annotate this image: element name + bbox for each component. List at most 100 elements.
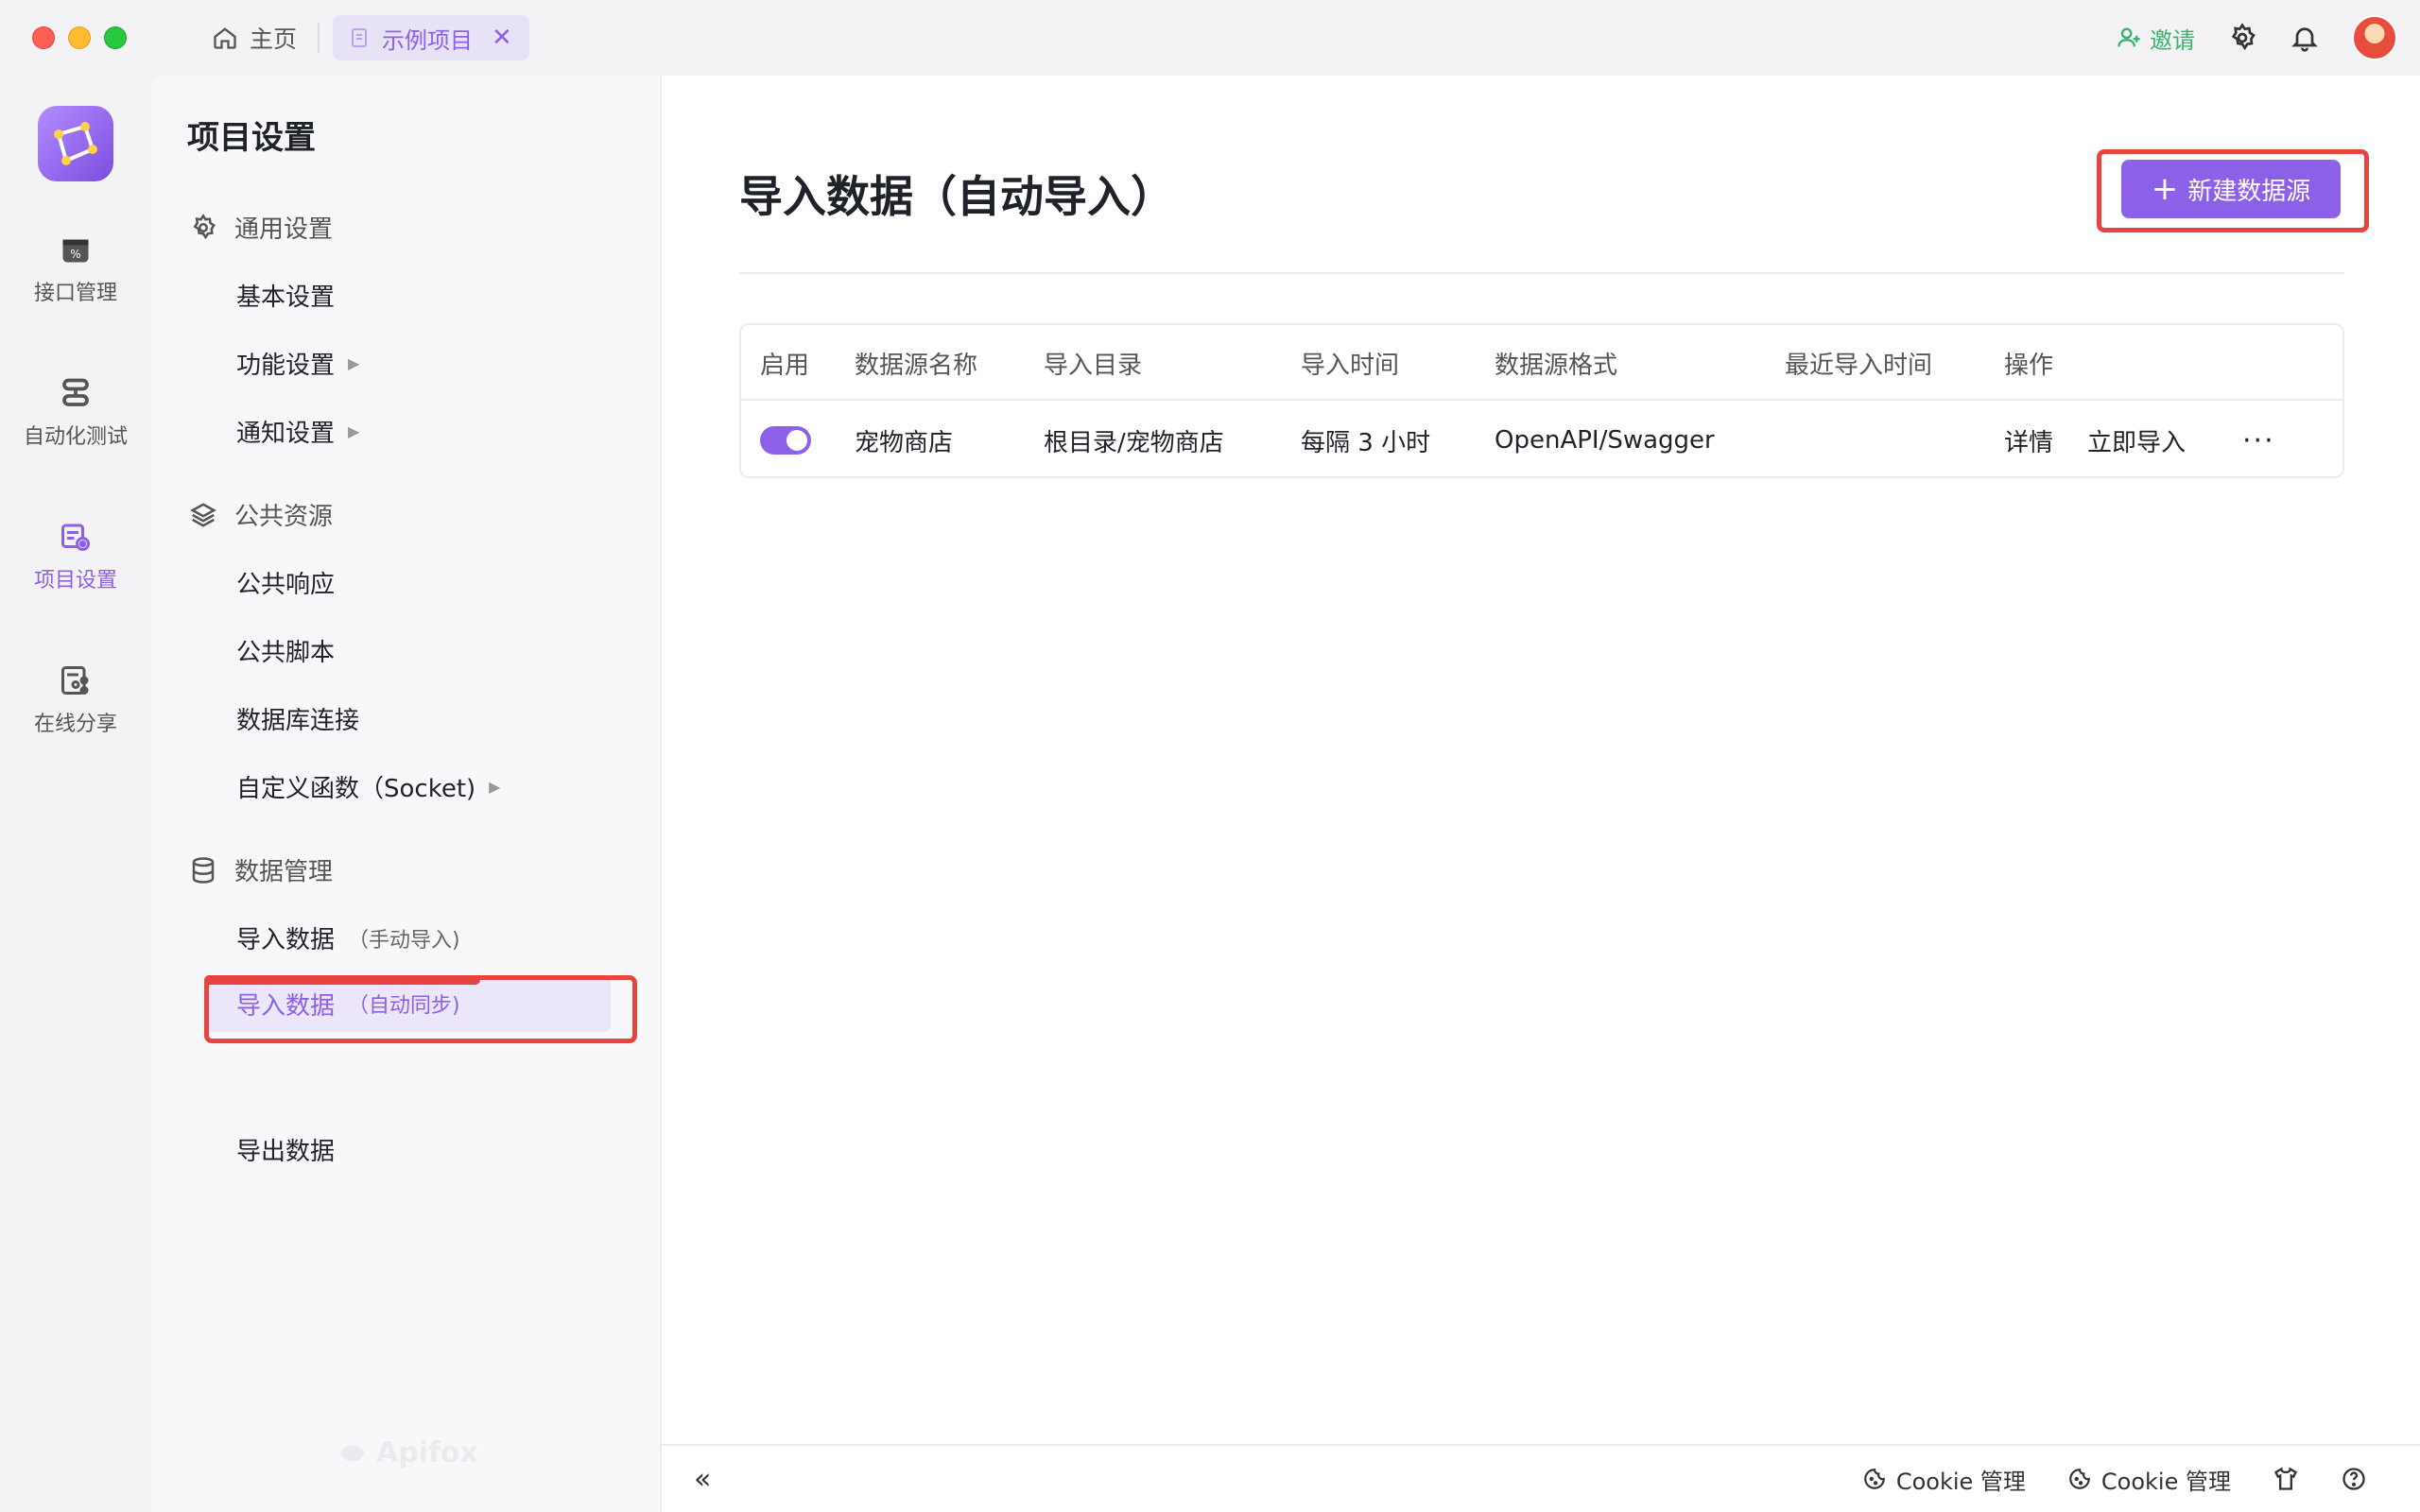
footer-bar: « Cookie 管理 Cookie 管理 <box>662 1444 2420 1512</box>
enabled-toggle-cell <box>760 403 811 478</box>
sidebar-item-import-manual[interactable]: 导入数据 （手动导入) <box>236 920 460 955</box>
sidebar-item-db-connection[interactable]: 数据库连接 <box>236 701 359 736</box>
column-header-time: 导入时间 <box>1301 351 1400 380</box>
more-options-icon[interactable]: ··· <box>2242 403 2275 478</box>
rail-item-project-settings[interactable]: 项目设置 <box>0 520 151 593</box>
sidebar-group-label: 公共资源 <box>234 503 334 531</box>
window-maximize-button[interactable] <box>104 26 127 49</box>
help-icon[interactable] <box>2341 1466 2367 1492</box>
window-minimize-button[interactable] <box>68 26 91 49</box>
sidebar-item-label: 数据库连接 <box>236 707 360 735</box>
cell-directory: 根目录/宠物商店 <box>1044 428 1224 457</box>
sidebar-item-custom-function[interactable]: 自定义函数（Socket) ▶ <box>236 769 500 804</box>
user-avatar[interactable] <box>2352 15 2397 60</box>
cookie-icon <box>2067 1467 2092 1491</box>
sidebar-group-label: 通用设置 <box>234 215 334 244</box>
annotation-highlight-new-button <box>2097 149 2369 232</box>
data-source-table: 启用 数据源名称 导入目录 导入时间 数据源格式 最近导入时间 操作 宠物商店 … <box>739 323 2344 478</box>
database-icon <box>189 856 217 885</box>
rail-item-api-management[interactable]: % 接口管理 <box>0 232 151 306</box>
sidebar-item-label: 公共脚本 <box>236 639 336 667</box>
sidebar-group-data-management[interactable]: 数据管理 <box>189 852 333 887</box>
sidebar-item-basic[interactable]: 基本设置 <box>236 278 335 313</box>
sidebar-item-export[interactable]: 导出数据 <box>236 1132 335 1167</box>
sidebar-item-label: 功能设置 <box>236 352 336 380</box>
cookie-management-label: Cookie 管理 <box>2100 1468 2231 1495</box>
table-header: 启用 数据源名称 导入目录 导入时间 数据源格式 最近导入时间 操作 <box>741 325 2342 401</box>
sidebar-item-notify[interactable]: 通知设置 ▶ <box>236 414 359 449</box>
title-bar: 主页 示例项目 ✕ 邀请 <box>0 0 2420 76</box>
window-close-button[interactable] <box>32 26 55 49</box>
tab-close-icon[interactable]: ✕ <box>492 24 512 52</box>
app-logo <box>38 106 113 181</box>
column-header-actions: 操作 <box>2004 351 2054 380</box>
cell-name: 宠物商店 <box>855 428 954 457</box>
api-management-icon: % <box>59 232 93 266</box>
caret-right-icon: ▶ <box>348 422 360 440</box>
rail-item-automation-test[interactable]: 自动化测试 <box>0 376 151 450</box>
add-user-icon <box>2116 25 2142 51</box>
sidebar-item-label: 基本设置 <box>236 284 336 312</box>
theme-shirt-icon[interactable] <box>2273 1466 2299 1492</box>
page-title: 导入数据（自动导入） <box>739 171 1174 222</box>
tab-project-label: 示例项目 <box>382 26 473 54</box>
annotation-highlight-import-auto <box>204 975 637 1043</box>
column-header-name: 数据源名称 <box>855 351 978 380</box>
cookie-icon <box>1862 1467 1887 1491</box>
online-share-icon <box>59 663 93 697</box>
main-content: 导入数据（自动导入） + 新建数据源 启用 数据源名称 导入目录 导入时间 数据… <box>662 76 2420 1512</box>
watermark-text: Apifox <box>376 1436 478 1469</box>
tab-project[interactable]: 示例项目 ✕ <box>333 15 529 60</box>
column-header-format: 数据源格式 <box>1495 351 1618 380</box>
svg-text:%: % <box>70 248 80 261</box>
collapse-sidebar-icon[interactable]: « <box>694 1463 711 1496</box>
sidebar-title: 项目设置 <box>187 119 316 157</box>
import-now-link[interactable]: 立即导入 <box>2087 403 2186 478</box>
column-header-directory: 导入目录 <box>1044 351 1143 380</box>
sidebar-item-feature[interactable]: 功能设置 ▶ <box>236 346 359 381</box>
cell-time: 每隔 3 小时 <box>1301 428 1431 457</box>
sidebar-group-label: 数据管理 <box>234 858 334 886</box>
column-header-last-import: 最近导入时间 <box>1785 351 1933 380</box>
detail-link[interactable]: 详情 <box>2004 403 2053 478</box>
tab-home[interactable]: 主页 <box>200 17 308 59</box>
caret-right-icon: ▶ <box>489 778 501 796</box>
column-header-enabled: 启用 <box>760 351 810 380</box>
sidebar-item-label: 导入数据 <box>236 926 336 954</box>
cookie-management-button[interactable]: Cookie 管理 <box>1862 1463 2026 1496</box>
table-row: 宠物商店 根目录/宠物商店 每隔 3 小时 OpenAPI/Swagger 详情… <box>741 403 2342 478</box>
cookie-management-button-2[interactable]: Cookie 管理 <box>2067 1463 2231 1496</box>
gear-icon <box>189 213 217 242</box>
document-icon <box>348 26 371 49</box>
caret-right-icon: ▶ <box>348 354 360 372</box>
sidebar-item-label: 通知设置 <box>236 420 336 448</box>
invite-label: 邀请 <box>2150 26 2195 54</box>
tab-divider <box>318 23 320 53</box>
sidebar-group-common-resources[interactable]: 公共资源 <box>189 497 333 532</box>
rail-item-label: 项目设置 <box>33 569 117 593</box>
apifox-watermark: Apifox <box>337 1436 478 1469</box>
enabled-toggle[interactable] <box>760 426 811 455</box>
watermark-logo-icon <box>337 1437 369 1469</box>
sidebar-item-common-script[interactable]: 公共脚本 <box>236 633 335 668</box>
sidebar-item-common-response[interactable]: 公共响应 <box>236 565 335 600</box>
notification-bell-icon[interactable] <box>2290 23 2320 53</box>
invite-button[interactable]: 邀请 <box>2116 22 2195 55</box>
cookie-management-label: Cookie 管理 <box>1895 1468 2026 1495</box>
nav-rail: % 接口管理 自动化测试 项目设置 在线分享 <box>0 76 151 1512</box>
tab-home-label: 主页 <box>250 26 298 53</box>
cell-format: OpenAPI/Swagger <box>1495 426 1715 455</box>
sidebar-item-label: 导出数据 <box>236 1138 336 1166</box>
rail-item-online-share[interactable]: 在线分享 <box>0 663 151 737</box>
settings-sidebar: 项目设置 通用设置 基本设置 功能设置 ▶ 通知设置 ▶ 公共资源 公共响应 公… <box>151 76 662 1512</box>
layers-icon <box>189 501 217 529</box>
title-divider <box>739 272 2344 274</box>
automation-test-icon <box>59 376 93 410</box>
home-icon <box>212 25 238 51</box>
sidebar-item-label: 自定义函数（Socket) <box>236 775 476 803</box>
project-settings-icon <box>59 520 93 554</box>
rail-item-label: 自动化测试 <box>23 425 128 449</box>
settings-gear-icon[interactable] <box>2227 23 2257 53</box>
sidebar-item-sublabel: （手动导入) <box>348 928 460 953</box>
sidebar-group-general[interactable]: 通用设置 <box>189 210 333 245</box>
